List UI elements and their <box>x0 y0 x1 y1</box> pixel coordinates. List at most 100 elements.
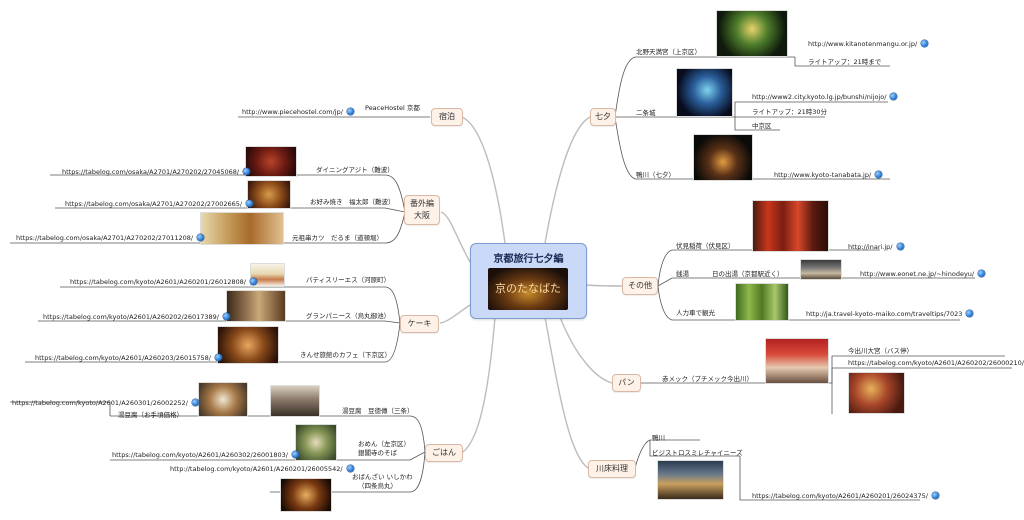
url-peacehostel[interactable]: http://www.piecehostel.com/jp/ <box>242 108 354 116</box>
url-grand-panis[interactable]: https://tabelog.com/kyoto/A2601/A260202/… <box>43 313 230 321</box>
globe-icon[interactable] <box>346 108 354 115</box>
connector-osaka <box>440 211 471 263</box>
branch-kawadoko[interactable]: 川床料理 <box>588 460 636 478</box>
photo-bistro <box>657 460 724 500</box>
item-nijo: 二条城 <box>636 109 656 117</box>
url-kamogawa[interactable]: http://www.kyoto-tanabata.jp/ <box>774 171 883 179</box>
url-text[interactable]: http://www2.city.kyoto.lg.jp/bunshi/nijo… <box>752 93 886 101</box>
url-hinodeyu[interactable]: http://www.eonet.ne.jp/~hinodeyu/ <box>860 270 986 278</box>
globe-icon[interactable] <box>921 40 929 47</box>
item-sento-sub: 日の出湯（京都駅近く） <box>712 270 784 278</box>
url-text[interactable]: https://tabelog.com/kyoto/A2601/A260202/… <box>848 359 1024 367</box>
photo-hinodeyu <box>800 259 842 280</box>
url-kinse[interactable]: https://tabelog.com/kyoto/A2601/A260203/… <box>35 354 222 362</box>
item-fukutaro: お好み焼き 福太郎（難波） <box>310 198 395 206</box>
branch-sonota[interactable]: その他 <box>622 277 658 295</box>
url-omen[interactable]: https://tabelog.com/kyoto/A2601/A260302/… <box>112 451 299 459</box>
note2-nijo: 中京区 <box>752 122 772 130</box>
globe-icon[interactable] <box>197 234 205 241</box>
url-text[interactable]: https://tabelog.com/kyoto/A2601/A260302/… <box>112 451 288 459</box>
branch-label: 七夕 <box>595 112 611 121</box>
item-kinse: きんせ旅館のカフェ（下京区） <box>300 351 391 359</box>
branch-label: パン <box>618 378 635 387</box>
url-nijo[interactable]: http://www2.city.kyoto.lg.jp/bunshi/nijo… <box>752 93 898 101</box>
url-text[interactable]: http://www.eonet.ne.jp/~hinodeyu/ <box>860 270 974 278</box>
globe-icon[interactable] <box>896 243 904 250</box>
url-text[interactable]: https://tabelog.com/kyoto/A2601/A260202/… <box>43 313 219 321</box>
branch-label-line1: 番外編 <box>410 199 434 208</box>
globe-icon[interactable] <box>191 399 199 406</box>
branch-osaka[interactable]: 番外編 大阪 <box>404 195 440 225</box>
item-ishikawa: おばんざい いしかわ <box>352 473 413 481</box>
globe-icon[interactable] <box>346 465 354 472</box>
photo-dining-ajito <box>245 146 297 177</box>
url-text[interactable]: http://ja.travel-kyoto-maiko.com/travelt… <box>806 310 962 318</box>
branch-label: 宿泊 <box>439 112 455 121</box>
globe-icon[interactable] <box>966 310 974 317</box>
globe-icon[interactable] <box>890 93 898 100</box>
branch-pan[interactable]: パン <box>612 374 641 392</box>
url-text[interactable]: http://inari.jp/ <box>848 243 893 251</box>
url-text[interactable]: https://tabelog.com/kyoto/A2601/A260201/… <box>70 278 246 286</box>
connector-tanabata <box>544 116 591 244</box>
url-text[interactable]: https://tabelog.com/osaka/A2701/A270202/… <box>65 200 242 208</box>
url-yudofu[interactable]: https://tabelog.com/kyoto/A2601/A260301/… <box>12 399 199 407</box>
item-kamogawa: 鴨川（七夕） <box>636 171 675 179</box>
branch-label: ケーキ <box>407 319 432 328</box>
url-bistro[interactable]: https://tabelog.com/kyoto/A2601/A260201/… <box>752 492 939 500</box>
url-fukutaro[interactable]: https://tabelog.com/osaka/A2701/A270202/… <box>65 200 254 208</box>
photo-omen <box>295 424 337 461</box>
url-dining-ajito[interactable]: https://tabelog.com/osaka/A2701/A270202/… <box>62 168 251 176</box>
item-inari: 伏見稲荷（伏見区） <box>676 242 735 250</box>
central-node[interactable]: 京都旅行七夕編 京のたなばた <box>470 243 587 319</box>
globe-icon[interactable] <box>222 313 230 320</box>
url-ishikawa[interactable]: http://tabelog.com/kyoto/A2601/A260201/2… <box>170 465 354 473</box>
branch-cake[interactable]: ケーキ <box>400 315 439 333</box>
globe-icon[interactable] <box>931 492 939 499</box>
branch-gohan[interactable]: ごはん <box>425 444 463 462</box>
photo-grand-panis <box>226 290 286 322</box>
branch-shukuhaku[interactable]: 宿泊 <box>431 108 463 126</box>
central-title: 京都旅行七夕編 <box>493 254 564 265</box>
connector-cake <box>439 304 471 324</box>
branch-label: その他 <box>628 281 652 290</box>
url-patisserie-s[interactable]: https://tabelog.com/kyoto/A2601/A260201/… <box>70 278 257 286</box>
globe-icon[interactable] <box>978 270 986 277</box>
photo-kamogawa <box>693 134 753 181</box>
globe-icon[interactable] <box>243 168 251 175</box>
url-inari[interactable]: http://inari.jp/ <box>848 243 904 251</box>
globe-icon[interactable] <box>291 451 299 458</box>
note-kitano: ライトアップ：21時まで <box>808 58 882 66</box>
url-text[interactable]: https://tabelog.com/kyoto/A2601/A260301/… <box>12 399 188 407</box>
connector-sonota <box>584 284 623 287</box>
url-text[interactable]: https://tabelog.com/osaka/A2701/A270202/… <box>62 168 239 176</box>
url-text[interactable]: https://tabelog.com/kyoto/A2601/A260201/… <box>752 492 928 500</box>
url-text[interactable]: https://tabelog.com/osaka/A2701/A270202/… <box>16 234 193 242</box>
url-text[interactable]: http://www.kyoto-tanabata.jp/ <box>774 171 871 179</box>
url-jinrikisha[interactable]: http://ja.travel-kyoto-maiko.com/travelt… <box>806 310 974 318</box>
url-text[interactable]: http://tabelog.com/kyoto/A2601/A260201/2… <box>170 465 343 473</box>
central-image: 京のたなばた <box>488 268 568 310</box>
branch-tanabata[interactable]: 七夕 <box>590 108 616 126</box>
branch-label: ごはん <box>432 448 456 457</box>
item-bistro: ビジストロスミレチャイニーズ <box>652 449 743 457</box>
globe-icon[interactable] <box>214 354 222 361</box>
photo-bread <box>848 372 905 414</box>
item-ishikawa-sub: （四条烏丸） <box>358 482 397 490</box>
url-text[interactable]: http://www.piecehostel.com/jp/ <box>242 108 343 116</box>
url-daruma[interactable]: https://tabelog.com/osaka/A2701/A270202/… <box>16 234 205 242</box>
item-sento: 銭湯 <box>676 270 689 278</box>
url-text[interactable]: http://www.kitanotenmangu.or.jp/ <box>808 40 917 48</box>
url-text[interactable]: https://tabelog.com/kyoto/A2601/A260203/… <box>35 354 211 362</box>
item-kitano: 北野天満宮（上京区） <box>636 48 701 56</box>
url-akamec[interactable]: https://tabelog.com/kyoto/A2601/A260202/… <box>848 359 1024 367</box>
note-yudofu: 湯豆腐（お手頃価格） <box>118 411 183 419</box>
url-kitano[interactable]: http://www.kitanotenmangu.or.jp/ <box>808 40 929 48</box>
connector-shukuhaku <box>461 116 506 244</box>
central-image-text: 京のたなばた <box>495 282 561 295</box>
branch-label-line2: 大阪 <box>414 211 430 220</box>
globe-icon[interactable] <box>246 200 254 207</box>
globe-icon[interactable] <box>249 278 257 285</box>
item-omen-sub: 銀閣寺のそば <box>358 449 397 457</box>
globe-icon[interactable] <box>875 171 883 178</box>
